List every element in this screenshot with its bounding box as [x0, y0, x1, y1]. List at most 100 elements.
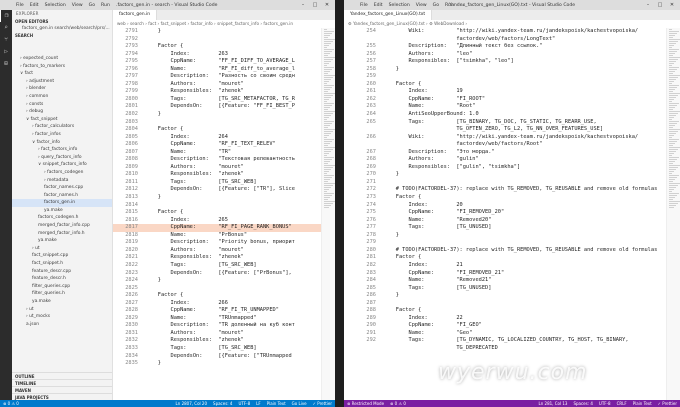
status-item-right[interactable]: UTF-8 — [596, 400, 614, 407]
maximize-icon[interactable]: □ — [309, 2, 321, 8]
left-vscode-window: File Edit Selection View Go Run … factors_gen.… — [0, 0, 335, 407]
tree-item[interactable]: › factors_to_markers — [12, 63, 112, 71]
tree-item[interactable]: factor_names.cpp — [12, 184, 112, 192]
tree-item[interactable]: › debug — [12, 108, 112, 116]
minimize-icon[interactable]: – — [642, 2, 654, 8]
left-breadcrumb[interactable]: web › search › fact › fact_snippet › fac… — [113, 20, 335, 28]
tree-item[interactable]: › ut — [12, 245, 112, 253]
open-editor-item[interactable]: factors_gen.in search/web/search/prs/... — [12, 25, 112, 32]
extensions-icon[interactable]: ⊞ — [0, 58, 12, 70]
tree-item[interactable]: › factors_codegen — [12, 169, 112, 177]
search-icon[interactable]: ⌕ — [0, 22, 12, 34]
close-icon[interactable]: ✕ — [666, 2, 678, 8]
status-item-right[interactable]: Plain Text — [264, 400, 289, 407]
code-line: 266 Wiki: "http://wiki.yandex-team.ru/ja… — [344, 134, 680, 142]
left-minimap[interactable] — [321, 28, 335, 400]
menu-item-6[interactable]: … — [116, 3, 121, 8]
left-code-area[interactable]: 2791 } 2792 2793 Factor {2794 Index: 263 27… — [113, 28, 335, 400]
menu-item-3[interactable]: View — [72, 3, 83, 8]
menu-item-1[interactable]: Edit — [30, 3, 39, 8]
right-breadcrumb[interactable]: ⚙ Yandex_factors_gen_Linux(GO).txt › ⚙ W… — [344, 20, 680, 28]
menu-item-4[interactable]: Go — [89, 3, 95, 8]
status-item-right[interactable]: CRLF — [614, 400, 630, 407]
timeline-section[interactable]: TIMELINE — [12, 379, 112, 386]
menu-item-3[interactable]: View — [416, 3, 427, 8]
tree-item[interactable]: factor_names.h — [12, 192, 112, 200]
tree-item[interactable]: a.json — [12, 321, 112, 329]
tree-item[interactable]: › fact_factors_info — [12, 146, 112, 154]
menu-item-5[interactable]: Run — [101, 3, 110, 8]
line-number: 2834 — [125, 352, 138, 359]
menu-item-2[interactable]: Selection — [389, 3, 410, 8]
tree-item[interactable]: ∨ snippet_factors_info — [12, 161, 112, 169]
tree-item[interactable]: merged_factor_info.h — [12, 230, 112, 238]
tree-item[interactable]: ∨ factor_info — [12, 139, 112, 147]
tree-item[interactable]: › factor_infos — [12, 131, 112, 139]
files-icon[interactable]: ❐ — [0, 10, 12, 22]
editor-tab[interactable]: Yandex_factors_gen_Linux(GO).txt — [344, 10, 433, 20]
menu-item-2[interactable]: Selection — [45, 3, 66, 8]
tree-item[interactable]: › expected_count — [12, 55, 112, 63]
menu-item-4[interactable]: Go — [433, 3, 439, 8]
right-code-area[interactable]: 254 Wiki: "http://wiki.yandex-team.ru/ja… — [344, 28, 680, 400]
tree-item[interactable]: › factor_calculators — [12, 123, 112, 131]
line-number: 2830 — [125, 322, 138, 329]
status-item-right[interactable]: Ln 281, Col 13 — [536, 400, 571, 407]
status-item-right[interactable]: Spaces: 4 — [570, 400, 595, 407]
tree-item[interactable]: factors_gen.in — [12, 199, 112, 207]
tree-item[interactable]: filter_queries.h — [12, 290, 112, 298]
tree-item[interactable]: fact_snippet.cpp — [12, 252, 112, 260]
editor-tab[interactable]: factors_gen.in — [113, 10, 158, 20]
java-projects-section[interactable]: JAVA PROJECTS — [12, 393, 112, 400]
right-minimap[interactable] — [666, 28, 680, 400]
tree-item[interactable]: ya.make — [12, 207, 112, 215]
tree-item[interactable]: feature_descr.cpp — [12, 268, 112, 276]
tree-item[interactable]: › ut — [12, 306, 112, 314]
maximize-icon[interactable]: □ — [654, 2, 666, 8]
tree-item[interactable]: › metadata — [12, 177, 112, 185]
tree-item[interactable]: fact_snippet.h — [12, 260, 112, 268]
run-debug-icon[interactable]: ▷ — [0, 46, 12, 58]
status-item-right[interactable]: Spaces: 4 — [210, 400, 235, 407]
code-line: 2825 — [113, 285, 335, 293]
maven-section[interactable]: MAVEN — [12, 386, 112, 393]
menu-item-0[interactable]: File — [16, 3, 24, 8]
status-item-right[interactable]: ✓ Prettier — [310, 400, 335, 407]
open-editors-section[interactable]: OPEN EDITORS — [12, 18, 112, 25]
tree-item[interactable]: feature_descr.h — [12, 275, 112, 283]
status-item-right[interactable]: ✓ Prettier — [655, 400, 680, 407]
tree-item[interactable]: › adjustment — [12, 78, 112, 86]
menu-item-6[interactable]: … — [460, 3, 465, 8]
minimize-icon[interactable]: – — [297, 2, 309, 8]
status-item-right[interactable]: Plain Text — [630, 400, 655, 407]
right-menu-bar: File Edit Selection View Go Run … — [344, 3, 470, 8]
status-item-right[interactable]: Ln 2807, Col 20 — [173, 400, 210, 407]
tree-item[interactable]: ya.make — [12, 298, 112, 306]
tree-item[interactable]: ya.make — [12, 237, 112, 245]
status-item-right[interactable]: LF — [253, 400, 264, 407]
menu-item-0[interactable]: File — [360, 3, 368, 8]
status-item-left[interactable]: ⊗ 0 ⚠ 0 — [387, 400, 409, 407]
menu-item-5[interactable]: Run — [445, 3, 454, 8]
status-item-right[interactable]: UTF-8 — [235, 400, 253, 407]
workspace-section[interactable]: SEARCH — [12, 32, 112, 39]
minimap-line — [669, 59, 678, 60]
tree-item[interactable]: filter_queries.cpp — [12, 283, 112, 291]
tree-item[interactable]: › query_factors_info — [12, 154, 112, 162]
tree-item[interactable]: › blender — [12, 85, 112, 93]
status-item-left[interactable]: ⊗ Restricted Mode — [344, 400, 387, 407]
outline-section[interactable]: OUTLINE — [12, 372, 112, 379]
close-icon[interactable]: ✕ — [321, 2, 333, 8]
tree-item[interactable]: factors_codegen.h — [12, 214, 112, 222]
tree-item[interactable]: merged_factor_info.cpp — [12, 222, 112, 230]
status-item-right[interactable]: Go Live — [289, 400, 310, 407]
tree-item[interactable]: › consts — [12, 101, 112, 109]
status-item-left[interactable]: ⊗ 0 ⚠ 0 — [0, 400, 22, 407]
tree-item[interactable]: › common — [12, 93, 112, 101]
tree-item[interactable]: ∨ fact — [12, 70, 112, 78]
menu-item-1[interactable]: Edit — [374, 3, 383, 8]
minimap-line — [669, 201, 680, 202]
source-control-icon[interactable]: ⑂ — [0, 34, 12, 46]
tree-item[interactable]: ∨ fact_snippet — [12, 116, 112, 124]
tree-item[interactable]: › ut_mocks — [12, 313, 112, 321]
